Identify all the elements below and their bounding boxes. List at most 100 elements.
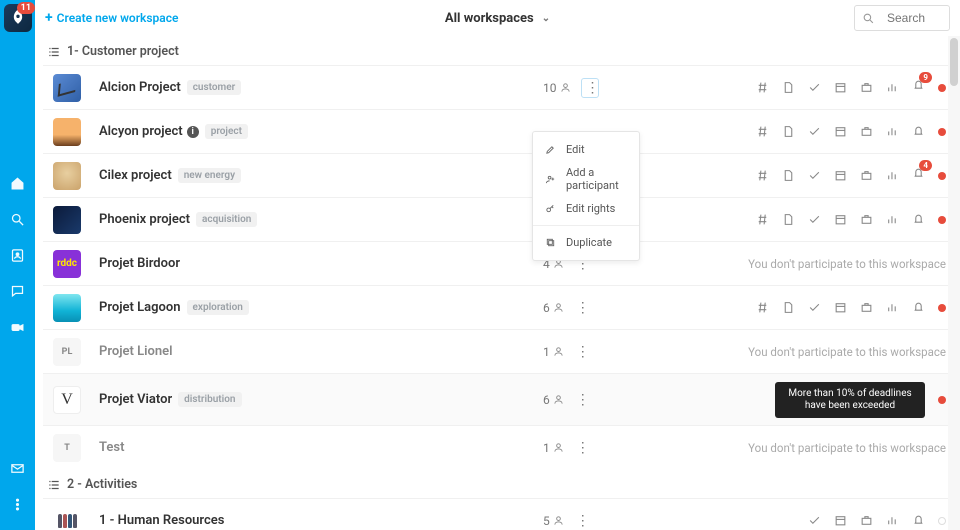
workspace-row[interactable]: Cilex project new energy 4 xyxy=(43,153,952,197)
scrollbar-thumb[interactable] xyxy=(950,38,958,86)
status-indicator xyxy=(938,128,946,136)
hash-icon[interactable] xyxy=(756,213,769,226)
nav-more[interactable] xyxy=(0,486,35,522)
file-icon[interactable] xyxy=(782,213,795,226)
workspace-thumb: PL xyxy=(53,338,81,366)
row-menu-button[interactable]: ⋮ xyxy=(574,301,592,315)
workspace-tag: exploration xyxy=(187,300,249,315)
nav-mail[interactable] xyxy=(0,450,35,486)
file-icon[interactable] xyxy=(782,301,795,314)
briefcase-icon[interactable] xyxy=(860,81,873,94)
no-access-text: You don't participate to this workspace xyxy=(748,345,946,359)
workspace-row[interactable]: PL Projet Lionel 1 ⋮ You don't participa… xyxy=(43,329,952,373)
bell-button[interactable]: 4 xyxy=(912,167,925,184)
workspace-tag: distribution xyxy=(178,392,241,407)
copy-icon xyxy=(545,237,556,248)
briefcase-icon[interactable] xyxy=(860,169,873,182)
briefcase-icon[interactable] xyxy=(860,213,873,226)
workspace-tag: project xyxy=(205,124,248,139)
workspace-thumb: rddc xyxy=(53,250,81,278)
hash-icon[interactable] xyxy=(756,169,769,182)
bell-icon[interactable] xyxy=(912,514,925,527)
menu-add-participant[interactable]: Add a participant xyxy=(533,161,639,197)
workspace-row[interactable]: T Test 1 ⋮ You don't participate to this… xyxy=(43,425,952,469)
workspace-title: Phoenix project xyxy=(99,212,190,227)
workspace-row[interactable]: rddc Projet Birdoor 4 ⋮ You don't partic… xyxy=(43,241,952,285)
file-icon[interactable] xyxy=(782,81,795,94)
person-icon xyxy=(553,346,564,357)
calendar-icon[interactable] xyxy=(834,301,847,314)
bell-icon[interactable] xyxy=(912,301,925,314)
search-box[interactable] xyxy=(854,5,950,31)
calendar-icon[interactable] xyxy=(834,514,847,527)
status-indicator xyxy=(938,84,946,92)
pencil-icon xyxy=(545,144,556,155)
nav-search[interactable] xyxy=(0,201,35,237)
no-access-text: You don't participate to this workspace xyxy=(748,257,946,271)
bell-icon[interactable] xyxy=(912,125,925,138)
create-workspace-label: Create new workspace xyxy=(57,11,179,25)
calendar-icon[interactable] xyxy=(834,169,847,182)
workspace-switcher[interactable]: All workspaces ⌄ xyxy=(445,11,550,26)
nav-contacts[interactable] xyxy=(0,237,35,273)
calendar-icon[interactable] xyxy=(834,125,847,138)
info-icon[interactable]: i xyxy=(187,126,199,138)
hash-icon[interactable] xyxy=(756,81,769,94)
mail-icon xyxy=(10,461,25,476)
chart-icon[interactable] xyxy=(886,169,899,182)
check-icon[interactable] xyxy=(808,125,821,138)
chart-icon[interactable] xyxy=(886,81,899,94)
workspace-row[interactable]: Alcyon project i project xyxy=(43,109,952,153)
chart-icon[interactable] xyxy=(886,514,899,527)
menu-duplicate[interactable]: Duplicate xyxy=(533,231,639,254)
workspace-row[interactable]: Projet Lagoon exploration 6 ⋮ xyxy=(43,285,952,329)
calendar-icon[interactable] xyxy=(834,81,847,94)
workspace-switcher-label: All workspaces xyxy=(445,11,534,26)
chart-icon[interactable] xyxy=(886,301,899,314)
row-menu-button[interactable]: ⋮ xyxy=(574,441,592,455)
hash-icon[interactable] xyxy=(756,301,769,314)
calendar-icon[interactable] xyxy=(834,213,847,226)
workspace-row[interactable]: Phoenix project acquisition 10 ⋮ xyxy=(43,197,952,241)
status-indicator xyxy=(938,396,946,404)
workspace-tag: customer xyxy=(187,80,242,95)
nav-video[interactable] xyxy=(0,309,35,345)
file-icon[interactable] xyxy=(782,169,795,182)
row-menu-button[interactable]: ⋮ xyxy=(574,393,592,407)
nav-chat[interactable] xyxy=(0,273,35,309)
workspace-title: Cilex project xyxy=(99,168,172,183)
bell-button[interactable]: 9 xyxy=(912,79,925,96)
row-menu-button[interactable]: ⋮ xyxy=(574,345,592,359)
file-icon[interactable] xyxy=(782,125,795,138)
search-input[interactable] xyxy=(881,7,949,29)
briefcase-icon[interactable] xyxy=(860,301,873,314)
row-menu-button[interactable]: ⋮ xyxy=(574,514,592,528)
briefcase-icon[interactable] xyxy=(860,514,873,527)
briefcase-icon[interactable] xyxy=(860,125,873,138)
hash-icon[interactable] xyxy=(756,125,769,138)
menu-edit-rights[interactable]: Edit rights xyxy=(533,197,639,220)
check-icon[interactable] xyxy=(808,514,821,527)
check-icon[interactable] xyxy=(808,81,821,94)
row-menu-button[interactable]: ⋮ xyxy=(581,78,599,98)
chart-icon[interactable] xyxy=(886,125,899,138)
check-icon[interactable] xyxy=(808,213,821,226)
main: + Create new workspace All workspaces ⌄ … xyxy=(35,0,960,530)
plus-icon: + xyxy=(45,10,53,26)
workspace-list: 1- Customer project Alcion Project custo… xyxy=(35,36,960,530)
check-icon[interactable] xyxy=(808,301,821,314)
chevron-down-icon: ⌄ xyxy=(542,13,550,24)
app-logo[interactable]: 11 xyxy=(0,0,35,35)
check-icon[interactable] xyxy=(808,169,821,182)
menu-edit[interactable]: Edit xyxy=(533,138,639,161)
chart-icon[interactable] xyxy=(886,213,899,226)
workspace-row[interactable]: V Projet Viator distribution 6 ⋮ More th… xyxy=(43,373,952,425)
bell-icon[interactable] xyxy=(912,213,925,226)
workspace-row[interactable]: 1 - Human Resources 5 ⋮ xyxy=(43,498,952,530)
nav-home[interactable] xyxy=(0,165,35,201)
workspace-row[interactable]: Alcion Project customer 10 ⋮ xyxy=(43,65,952,109)
create-workspace-link[interactable]: + Create new workspace xyxy=(45,10,178,26)
key-icon xyxy=(545,203,556,214)
scrollbar[interactable] xyxy=(948,36,960,530)
row-modules: 4 xyxy=(756,167,946,184)
